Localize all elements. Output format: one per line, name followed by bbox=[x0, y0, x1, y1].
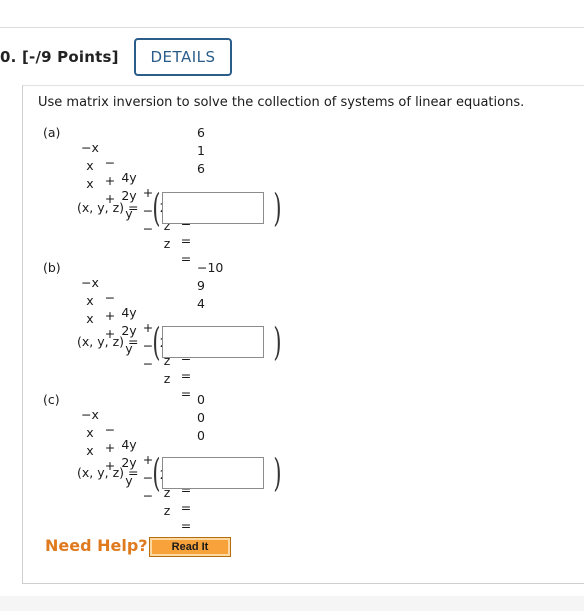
right-paren: ) bbox=[273, 451, 282, 495]
rhs-value: 0 bbox=[197, 428, 205, 443]
term: 4y bbox=[121, 170, 137, 185]
left-paren: ( bbox=[152, 451, 161, 495]
term: −x bbox=[81, 140, 99, 155]
rhs-value: 4 bbox=[197, 296, 205, 311]
answer-row: (x, y, z) = ( ) bbox=[77, 186, 307, 230]
term: x bbox=[86, 425, 94, 440]
answer-label: (x, y, z) = bbox=[77, 200, 139, 215]
operator: + bbox=[104, 308, 116, 323]
rhs-value: 6 bbox=[197, 125, 205, 140]
answer-input-c[interactable] bbox=[162, 457, 264, 489]
term: 4y bbox=[121, 305, 137, 320]
right-paren: ) bbox=[273, 186, 282, 230]
rhs-value: 6 bbox=[197, 161, 205, 176]
term: x bbox=[86, 158, 94, 173]
rhs-value: −10 bbox=[197, 260, 224, 275]
answer-label: (x, y, z) = bbox=[77, 465, 139, 480]
top-divider bbox=[0, 27, 584, 28]
term: −x bbox=[81, 275, 99, 290]
details-button[interactable]: DETAILS bbox=[134, 38, 232, 76]
rhs-value: 1 bbox=[197, 143, 205, 158]
equals-sign: = bbox=[180, 251, 192, 266]
problem-content: Use matrix inversion to solve the collec… bbox=[22, 85, 584, 584]
operator: − bbox=[104, 290, 116, 305]
answer-label: (x, y, z) = bbox=[77, 334, 139, 349]
right-paren: ) bbox=[273, 320, 282, 364]
equals-sign: = bbox=[180, 500, 192, 515]
term: x bbox=[86, 293, 94, 308]
left-paren: ( bbox=[152, 186, 161, 230]
rhs-value: 0 bbox=[197, 392, 205, 407]
answer-row: (x, y, z) = ( ) bbox=[77, 320, 307, 364]
term: −x bbox=[81, 407, 99, 422]
operator: − bbox=[104, 422, 116, 437]
need-help-label: Need Help? bbox=[45, 536, 148, 555]
answer-row: (x, y, z) = ( ) bbox=[77, 451, 307, 495]
term: z bbox=[163, 371, 171, 386]
term: 4y bbox=[121, 437, 137, 452]
equals-sign: = bbox=[180, 518, 192, 533]
read-it-button[interactable]: Read It bbox=[149, 537, 231, 557]
operator: + bbox=[104, 173, 116, 188]
rhs-value: 0 bbox=[197, 410, 205, 425]
instructions-text: Use matrix inversion to solve the collec… bbox=[38, 95, 525, 110]
operator: − bbox=[104, 155, 116, 170]
bottom-strip bbox=[0, 596, 584, 611]
term: z bbox=[163, 503, 171, 518]
left-paren: ( bbox=[152, 320, 161, 364]
rhs-value: 9 bbox=[197, 278, 205, 293]
equals-sign: = bbox=[180, 233, 192, 248]
points-label: 0. [-/9 Points] bbox=[0, 48, 119, 66]
problem-header: 0. [-/9 Points] DETAILS bbox=[0, 38, 584, 80]
equals-sign: = bbox=[180, 368, 192, 383]
answer-input-a[interactable] bbox=[162, 192, 264, 224]
answer-input-b[interactable] bbox=[162, 326, 264, 358]
equals-sign: = bbox=[180, 386, 192, 401]
term: z bbox=[163, 236, 171, 251]
